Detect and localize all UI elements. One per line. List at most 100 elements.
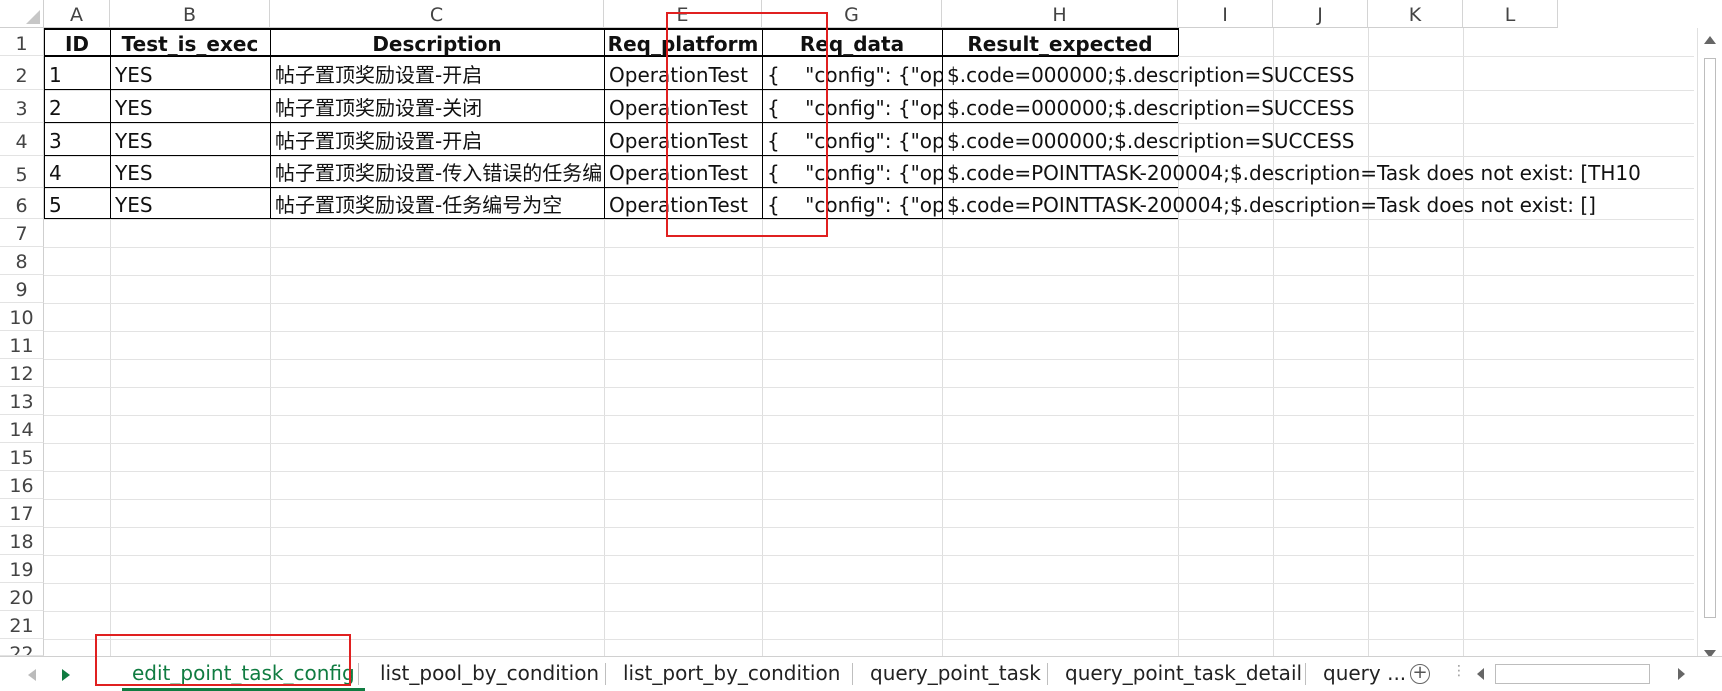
resize-handle-icon[interactable]: ⋮ xyxy=(1452,663,1466,679)
row-header-15[interactable]: 15 xyxy=(0,443,44,471)
tab-list-pool-by-condition[interactable]: list_pool_by_condition xyxy=(370,657,609,691)
row-header-9[interactable]: 9 xyxy=(0,275,44,303)
cell-description[interactable]: 帖子置顶奖励设置-开启 xyxy=(271,57,604,89)
select-all-corner[interactable] xyxy=(0,0,44,28)
cell-test-is-exec[interactable]: YES xyxy=(111,90,270,122)
next-sheet-icon[interactable] xyxy=(62,669,70,681)
tab-list-port-by-condition[interactable]: list_port_by_condition xyxy=(613,657,850,691)
cell-req-platform[interactable]: OperationTest xyxy=(605,57,762,89)
cell-req-platform[interactable]: OperationTest xyxy=(605,156,762,187)
row-header-3[interactable]: 3 xyxy=(0,90,44,123)
cell-id[interactable]: 4 xyxy=(45,156,110,187)
vertical-scrollbar[interactable] xyxy=(1697,28,1722,666)
tab-query-point-task[interactable]: query_point_task xyxy=(860,657,1051,691)
tab-more[interactable]: query ... xyxy=(1313,657,1416,691)
row-header-4[interactable]: 4 xyxy=(0,123,44,156)
cell-description[interactable]: 帖子置顶奖励设置-任务编号为空 xyxy=(271,188,604,218)
row-header-14[interactable]: 14 xyxy=(0,415,44,443)
row-header-5[interactable]: 5 xyxy=(0,156,44,188)
column-header-l[interactable]: L xyxy=(1463,0,1558,28)
column-header-c[interactable]: C xyxy=(270,0,604,28)
cell-result-expected[interactable]: $.code=000000;$.description=SUCCESS xyxy=(943,57,1543,89)
row-header-19[interactable]: 19 xyxy=(0,555,44,583)
row-header-12[interactable]: 12 xyxy=(0,359,44,387)
row-header-17[interactable]: 17 xyxy=(0,499,44,527)
row-header-2[interactable]: 2 xyxy=(0,56,44,90)
header-cell-req-data[interactable]: Req_data xyxy=(762,28,942,56)
row-header-13[interactable]: 13 xyxy=(0,387,44,415)
scroll-left-icon[interactable] xyxy=(1477,668,1484,680)
column-header-i[interactable]: I xyxy=(1178,0,1273,28)
cell-result-expected[interactable]: $.code=000000;$.description=SUCCESS xyxy=(943,90,1543,122)
cell-req-data[interactable]: { "config": {"operat xyxy=(763,57,942,89)
row-header-21[interactable]: 21 xyxy=(0,611,44,639)
spreadsheet[interactable]: A B C E G H I J K L 1 2 3 4 5 6 7 8 9 10… xyxy=(0,0,1722,691)
row-header-20[interactable]: 20 xyxy=(0,583,44,611)
cell-id[interactable]: 2 xyxy=(45,90,110,122)
row-header-18[interactable]: 18 xyxy=(0,527,44,555)
grid-line xyxy=(44,303,1694,304)
column-header-e[interactable]: E xyxy=(604,0,762,28)
row-header-7[interactable]: 7 xyxy=(0,219,44,247)
scroll-thumb[interactable] xyxy=(1704,58,1716,618)
cell-req-data[interactable]: { "config": {"operat xyxy=(763,188,942,218)
cell-test-is-exec[interactable]: YES xyxy=(111,156,270,187)
row-header-6[interactable]: 6 xyxy=(0,188,44,219)
header-cell-req-platform[interactable]: Req_platform xyxy=(604,28,762,56)
cell-req-data[interactable]: { "config": {"operat xyxy=(763,90,942,122)
cell-req-platform[interactable]: OperationTest xyxy=(605,90,762,122)
table-border xyxy=(44,218,1178,219)
grid-line xyxy=(44,275,1694,276)
header-cell-test-is-exec[interactable]: Test_is_exec xyxy=(110,28,270,56)
row-header-11[interactable]: 11 xyxy=(0,331,44,359)
scroll-up-icon[interactable] xyxy=(1704,36,1716,44)
cell-result-expected[interactable]: $.code=POINTTASK-200004;$.description=Ta… xyxy=(943,188,1596,218)
cell-result-expected[interactable]: $.code=000000;$.description=SUCCESS xyxy=(943,123,1543,155)
column-header-g[interactable]: G xyxy=(762,0,942,28)
tab-separator xyxy=(1305,663,1306,685)
header-cell-description[interactable]: Description xyxy=(270,28,604,56)
row-header-10[interactable]: 10 xyxy=(0,303,44,331)
cell-req-data[interactable]: { "config": {"operat xyxy=(763,156,942,187)
column-header-a[interactable]: A xyxy=(44,0,110,28)
grid-line xyxy=(44,555,1694,556)
grid-line xyxy=(44,331,1694,332)
column-header-h[interactable]: H xyxy=(942,0,1178,28)
row-header-8[interactable]: 8 xyxy=(0,247,44,275)
cell-id[interactable]: 1 xyxy=(45,57,110,89)
grid-line xyxy=(44,611,1694,612)
cell-test-is-exec[interactable]: YES xyxy=(111,57,270,89)
cell-test-is-exec[interactable]: YES xyxy=(111,123,270,155)
cell-id[interactable]: 5 xyxy=(45,188,110,218)
cell-description[interactable]: 帖子置顶奖励设置-关闭 xyxy=(271,90,604,122)
cell-test-is-exec[interactable]: YES xyxy=(111,188,270,218)
cell-id[interactable]: 3 xyxy=(45,123,110,155)
row-header-16[interactable]: 16 xyxy=(0,471,44,499)
grid-line xyxy=(44,499,1694,500)
cell-description[interactable]: 帖子置顶奖励设置-传入错误的任务编 xyxy=(271,156,604,187)
horizontal-scroll-thumb[interactable] xyxy=(1495,664,1650,684)
grid-line xyxy=(44,359,1694,360)
header-cell-id[interactable]: ID xyxy=(44,28,110,56)
add-sheet-icon[interactable]: + xyxy=(1410,664,1430,684)
tab-separator xyxy=(358,663,359,685)
tab-edit-point-task-config[interactable]: edit_point_task_config xyxy=(122,657,365,691)
prev-sheet-icon[interactable] xyxy=(28,669,36,681)
cell-req-platform[interactable]: OperationTest xyxy=(605,188,762,218)
grid-line xyxy=(44,583,1694,584)
column-header-b[interactable]: B xyxy=(110,0,270,28)
cell-result-expected[interactable]: $.code=POINTTASK-200004;$.description=Ta… xyxy=(943,156,1696,187)
header-cell-result-expected[interactable]: Result_expected xyxy=(942,28,1178,56)
cell-req-data[interactable]: { "config": {"operat xyxy=(763,123,942,155)
row-header-22[interactable]: 22 xyxy=(0,639,44,656)
column-header-k[interactable]: K xyxy=(1368,0,1463,28)
cell-description[interactable]: 帖子置顶奖励设置-开启 xyxy=(271,123,604,155)
row-header-1[interactable]: 1 xyxy=(0,28,44,56)
tab-query-point-task-detail[interactable]: query_point_task_detail xyxy=(1055,657,1312,691)
cell-req-platform[interactable]: OperationTest xyxy=(605,123,762,155)
table-border xyxy=(1178,28,1179,56)
grid-line xyxy=(44,443,1694,444)
scroll-right-icon[interactable] xyxy=(1678,668,1685,680)
tab-separator xyxy=(605,663,606,685)
column-header-j[interactable]: J xyxy=(1273,0,1368,28)
